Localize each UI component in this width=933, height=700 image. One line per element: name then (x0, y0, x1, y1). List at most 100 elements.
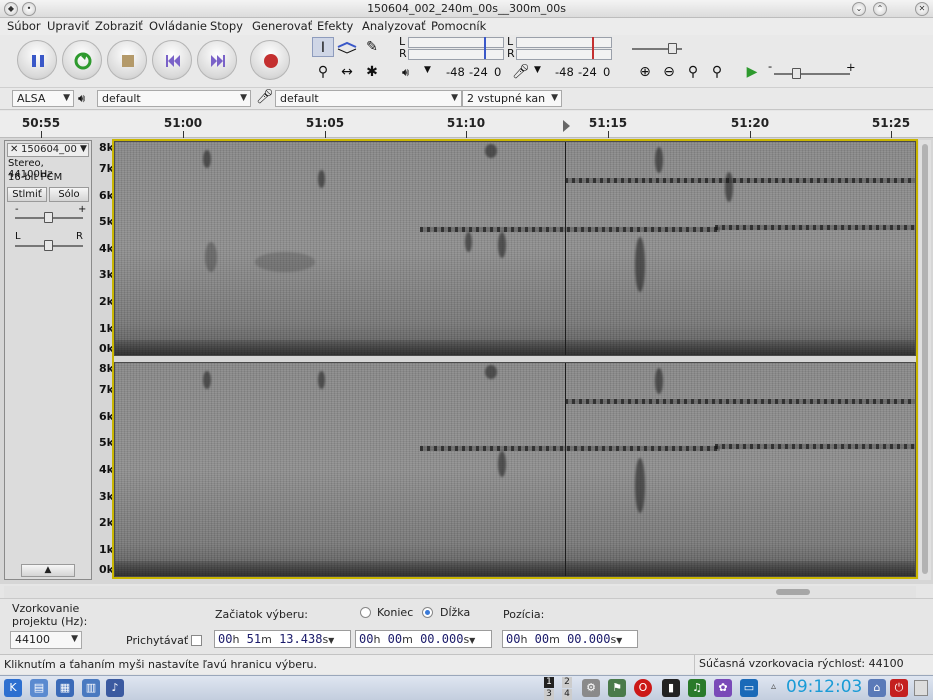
horizontal-scrollbar[interactable] (4, 586, 916, 598)
fit-selection-icon[interactable]: ⚲ (682, 62, 704, 82)
terminal-icon[interactable]: ▮ (662, 679, 680, 697)
audio-host-select[interactable]: ALSA ▼ (12, 90, 74, 107)
desktop-3[interactable]: 3 (544, 689, 554, 700)
selection-tool-icon[interactable]: I (312, 37, 334, 57)
menu-edit[interactable]: Upraviť (47, 19, 89, 33)
audio-position-time[interactable]: 00h 00m 00.000s▼ (502, 630, 638, 648)
menu-view[interactable]: Zobraziť (95, 19, 143, 33)
menu-tracks[interactable]: Stopy (210, 19, 243, 33)
length-radio[interactable] (422, 607, 433, 618)
stop-button[interactable] (107, 40, 147, 80)
record-button[interactable] (250, 40, 290, 80)
desktop-4[interactable]: 4 (562, 689, 572, 700)
play-meter-bar-l[interactable] (408, 37, 504, 48)
freq-label: 0k (99, 563, 114, 576)
play-meter-bar-r[interactable] (408, 49, 504, 60)
pan-knob[interactable] (44, 240, 53, 251)
play-button[interactable] (62, 40, 102, 80)
ruler-label: 51:00 (163, 116, 203, 130)
call-blob (255, 252, 315, 272)
menu-generate[interactable]: Generovať (252, 19, 312, 33)
settings-gear-icon[interactable]: ⚙ (582, 679, 600, 697)
fit-project-icon[interactable]: ⚲ (706, 62, 728, 82)
vertical-scrollbar[interactable] (919, 140, 931, 580)
spectrogram-left-channel[interactable] (114, 141, 916, 356)
track-name-menu[interactable]: ✕ 150604_00 ▼ (7, 143, 89, 157)
zoom-tool-icon[interactable]: ⚲ (312, 62, 334, 82)
minimize-icon[interactable]: ⌄ (852, 2, 866, 16)
unit-m: m (549, 633, 560, 646)
timeshift-tool-icon[interactable]: ↔ (336, 62, 358, 82)
speaker-icon[interactable]: 🔊︎ (402, 65, 409, 80)
rec-meter-bar-l[interactable] (516, 37, 612, 48)
rec-meter-dropdown-icon[interactable]: ▼ (534, 65, 541, 75)
gain-knob[interactable] (44, 212, 53, 223)
playback-volume-knob[interactable] (668, 43, 677, 54)
zoom-out-icon[interactable]: ⊖ (658, 62, 680, 82)
spectrogram-right-channel[interactable] (114, 362, 916, 577)
network-icon[interactable]: ⚑ (608, 679, 626, 697)
kde-menu-icon[interactable]: K (4, 679, 22, 697)
call-blob (203, 371, 211, 389)
power-icon[interactable]: ⏻ (890, 679, 908, 697)
microphone-icon[interactable]: 🎤︎ (512, 64, 530, 80)
documents-icon[interactable]: ▥ (82, 679, 100, 697)
close-icon[interactable]: ✕ (915, 2, 929, 16)
selection-length-time[interactable]: 00h 00m 00.000s▼ (355, 630, 492, 648)
length-minutes: 00 (387, 632, 403, 646)
zoom-in-icon[interactable]: ⊕ (634, 62, 656, 82)
image-viewer-icon[interactable]: ✿ (714, 679, 732, 697)
microphone-icon: 🎤︎ (256, 89, 274, 105)
app-launcher-icon[interactable]: ▦ (56, 679, 74, 697)
chevron-down-icon: ▼ (328, 636, 335, 645)
end-radio[interactable] (360, 607, 371, 618)
desktop-1[interactable]: 1 (544, 677, 554, 688)
selection-toolbar: Vzorkovanie projektu (Hz): 44100 ▼ Prichy… (0, 598, 933, 653)
skip-end-button[interactable] (197, 40, 237, 80)
close-icon[interactable]: ✕ (10, 144, 18, 155)
snap-checkbox[interactable] (191, 635, 202, 646)
multi-tool-icon[interactable]: ✱ (361, 62, 383, 82)
freq-label: 2k (99, 516, 114, 529)
play-at-speed-icon[interactable]: ▶ (741, 62, 763, 82)
play-meter-dropdown-icon[interactable]: ▼ (424, 65, 431, 75)
desktop-2[interactable]: 2 (562, 677, 572, 688)
file-manager-icon[interactable]: ▤ (30, 679, 48, 697)
input-channels-select[interactable]: 2 vstupné kan ▼ (462, 90, 562, 107)
monitor-icon[interactable]: ▭ (740, 679, 758, 697)
skip-start-button[interactable] (152, 40, 192, 80)
audio-editor-icon[interactable]: ♫ (688, 679, 706, 697)
envelope-tool-icon[interactable] (336, 37, 358, 57)
loop-play-icon (74, 52, 92, 70)
menu-transport[interactable]: Ovládanie (149, 19, 207, 33)
clock[interactable]: 09:12:03 (786, 677, 862, 697)
draw-tool-icon[interactable]: ✎ (361, 37, 383, 57)
output-device-select[interactable]: default ▼ (97, 90, 251, 107)
position-hours: 00 (506, 632, 521, 646)
mute-button[interactable]: Stlmiť (7, 187, 47, 202)
menu-file[interactable]: Súbor (7, 19, 41, 33)
rec-meter-bar-r[interactable] (516, 49, 612, 60)
tray-arrow-icon[interactable]: ▵ (771, 681, 776, 692)
play-speed-slider[interactable] (774, 73, 850, 75)
pan-right-label: R (76, 231, 83, 242)
horizontal-scroll-thumb[interactable] (776, 589, 810, 595)
pause-button[interactable] (17, 40, 57, 80)
opera-icon[interactable]: O (634, 679, 652, 697)
show-desktop-icon[interactable] (914, 680, 928, 696)
unit-m: m (402, 633, 413, 646)
menu-help[interactable]: Pomocník (431, 19, 486, 33)
maximize-icon[interactable]: ⌃ (873, 2, 887, 16)
vertical-scroll-thumb[interactable] (922, 144, 928, 574)
timeline-ruler[interactable]: 50:55 51:00 51:05 51:10 51:15 51:20 51:2… (0, 111, 933, 138)
menu-effects[interactable]: Efekty (317, 19, 353, 33)
play-speed-knob[interactable] (792, 68, 801, 79)
input-device-select[interactable]: default ▼ (275, 90, 462, 107)
project-rate-select[interactable]: 44100 ▼ (10, 631, 82, 649)
solo-button[interactable]: Sólo (49, 187, 89, 202)
selection-start-time[interactable]: 00h 51m 13.438s▼ (214, 630, 351, 648)
menu-analyze[interactable]: Analyzovať (362, 19, 426, 33)
lock-screen-icon[interactable]: ⌂ (868, 679, 886, 697)
audacity-task-icon[interactable]: ♪ (106, 679, 124, 697)
collapse-track-button[interactable]: ▲ (21, 564, 75, 577)
